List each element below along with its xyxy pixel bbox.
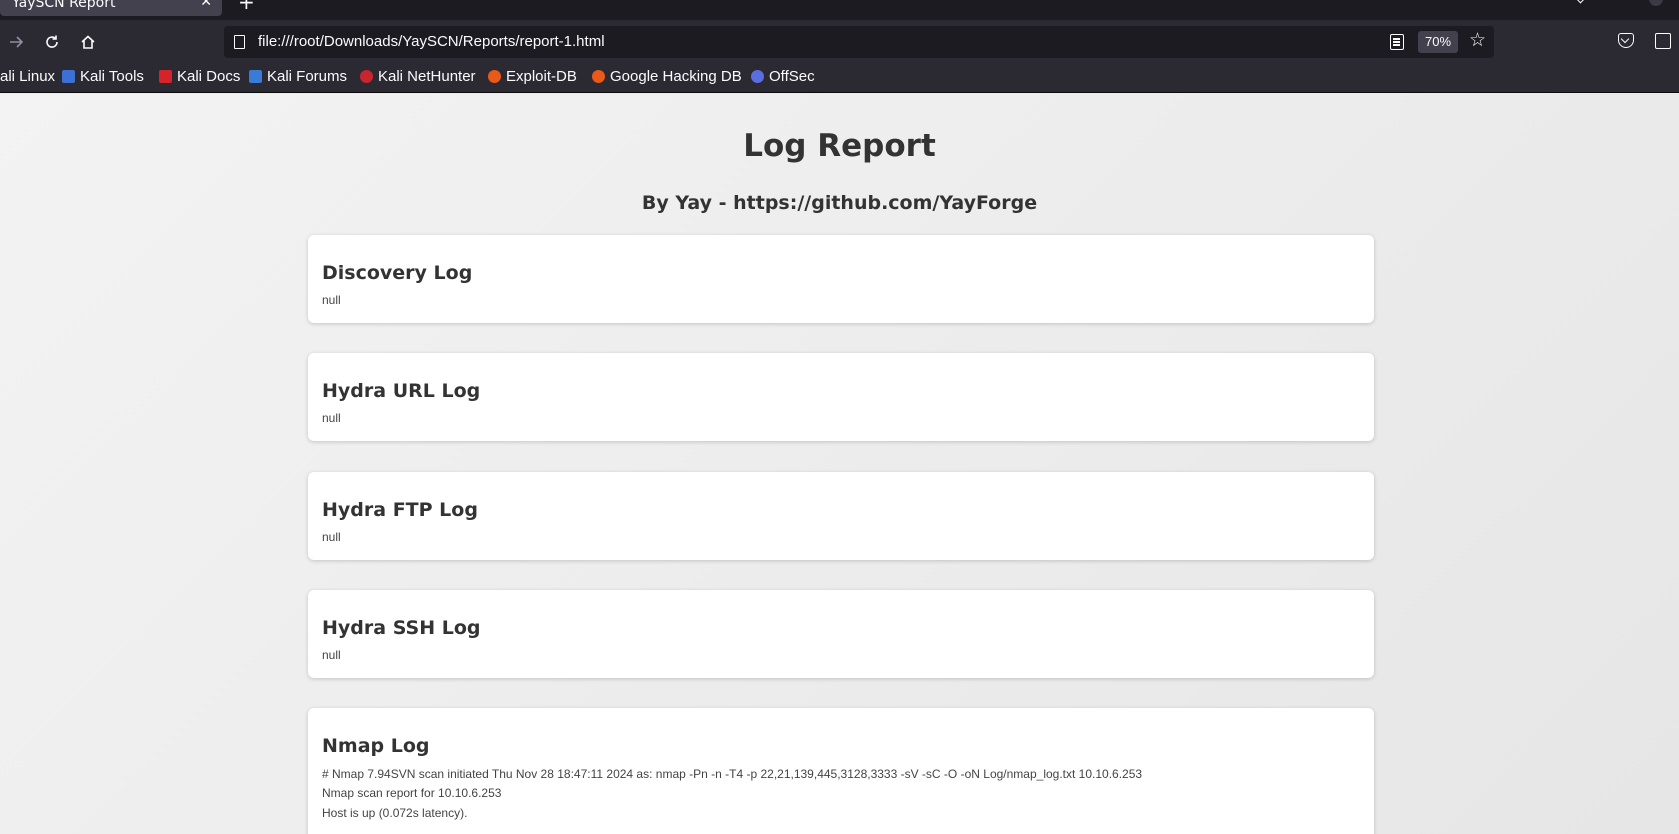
reader-view-icon[interactable] — [1390, 34, 1404, 50]
bookmark-kali-docs[interactable]: Kali Docs — [159, 68, 240, 85]
log-card-title: Hydra SSH Log — [322, 617, 481, 639]
bookmark-kali-forums[interactable]: Kali Forums — [249, 68, 347, 85]
bookmark-google-hacking-db[interactable]: Google Hacking DB — [592, 68, 742, 85]
kali-nethunter-icon — [360, 70, 373, 83]
tab-strip: YaySCN Report ✕ + — [0, 0, 1679, 20]
bookmark-kali-nethunter[interactable]: Kali NetHunter — [360, 68, 476, 85]
log-card-hydra-ftp: Hydra FTP Log null — [308, 472, 1374, 560]
extensions-icon[interactable] — [1655, 33, 1671, 49]
google-hacking-db-icon — [592, 70, 605, 83]
tab-active[interactable]: YaySCN Report ✕ — [0, 0, 222, 16]
home-icon — [81, 35, 95, 49]
close-icon[interactable]: ✕ — [200, 0, 212, 10]
log-card-title: Discovery Log — [322, 262, 473, 284]
chevron-down-icon[interactable] — [1574, 0, 1588, 8]
log-card-nmap: Nmap Log # Nmap 7.94SVN scan initiated T… — [308, 708, 1374, 834]
page-icon — [234, 35, 245, 49]
tab-title: YaySCN Report — [12, 0, 116, 11]
new-tab-button[interactable]: + — [238, 0, 255, 12]
nmap-log-line: Host is up (0.072s latency). — [322, 806, 468, 820]
bookmark-exploit-db[interactable]: Exploit-DB — [488, 68, 577, 85]
log-card-title: Nmap Log — [322, 735, 430, 757]
nmap-log-line: Nmap scan report for 10.10.6.253 — [322, 786, 502, 800]
zoom-level-button[interactable]: 70% — [1418, 31, 1458, 53]
forward-button[interactable] — [3, 29, 29, 55]
log-card-hydra-url: Hydra URL Log null — [308, 353, 1374, 441]
exploit-db-icon — [488, 70, 501, 83]
bookmark-label: Kali Docs — [177, 68, 241, 85]
bookmark-label: OffSec — [769, 68, 815, 85]
bookmark-label: Google Hacking DB — [610, 68, 742, 85]
pocket-icon[interactable] — [1618, 33, 1634, 48]
reload-button[interactable] — [39, 29, 65, 55]
log-card-content: null — [322, 530, 341, 544]
report-page: Log Report By Yay - https://github.com/Y… — [0, 94, 1679, 834]
bookmark-label: Kali Forums — [267, 68, 348, 85]
bookmark-label: Kali NetHunter — [378, 68, 476, 85]
log-card-content: null — [322, 411, 341, 425]
log-card-content: null — [322, 648, 341, 662]
kali-tools-icon — [62, 70, 75, 83]
url-bar[interactable]: file:///root/Downloads/YaySCN/Reports/re… — [224, 26, 1494, 58]
bookmark-kali-linux[interactable]: ali Linux — [0, 68, 55, 85]
star-icon[interactable]: ☆ — [1469, 29, 1486, 51]
nmap-log-line: # Nmap 7.94SVN scan initiated Thu Nov 28… — [322, 767, 1143, 781]
page-subtitle: By Yay - https://github.com/YayForge — [641, 192, 1038, 214]
window-control-button[interactable] — [1649, 0, 1663, 6]
kali-docs-icon — [159, 70, 172, 83]
offsec-icon — [751, 70, 764, 83]
bookmark-offsec[interactable]: OffSec — [751, 68, 815, 85]
bookmark-label: ali Linux — [0, 68, 56, 85]
page-title: Log Report — [743, 128, 936, 164]
log-card-title: Hydra FTP Log — [322, 499, 478, 521]
arrow-right-icon — [10, 36, 24, 48]
log-card-discovery: Discovery Log null — [308, 235, 1374, 323]
bookmark-label: Exploit-DB — [506, 68, 577, 85]
bookmark-label: Kali Tools — [80, 68, 144, 85]
log-card-content: null — [322, 293, 341, 307]
kali-forums-icon — [249, 70, 262, 83]
url-text[interactable]: file:///root/Downloads/YaySCN/Reports/re… — [258, 33, 605, 50]
home-button[interactable] — [75, 29, 101, 55]
log-card-hydra-ssh: Hydra SSH Log null — [308, 590, 1374, 678]
bookmarks-toolbar: ali Linux Kali Tools Kali Docs Kali Foru… — [0, 64, 1679, 93]
reload-icon — [46, 35, 58, 48]
log-card-title: Hydra URL Log — [322, 380, 481, 402]
navigation-toolbar: file:///root/Downloads/YaySCN/Reports/re… — [0, 20, 1679, 64]
bookmark-kali-tools[interactable]: Kali Tools — [62, 68, 144, 85]
